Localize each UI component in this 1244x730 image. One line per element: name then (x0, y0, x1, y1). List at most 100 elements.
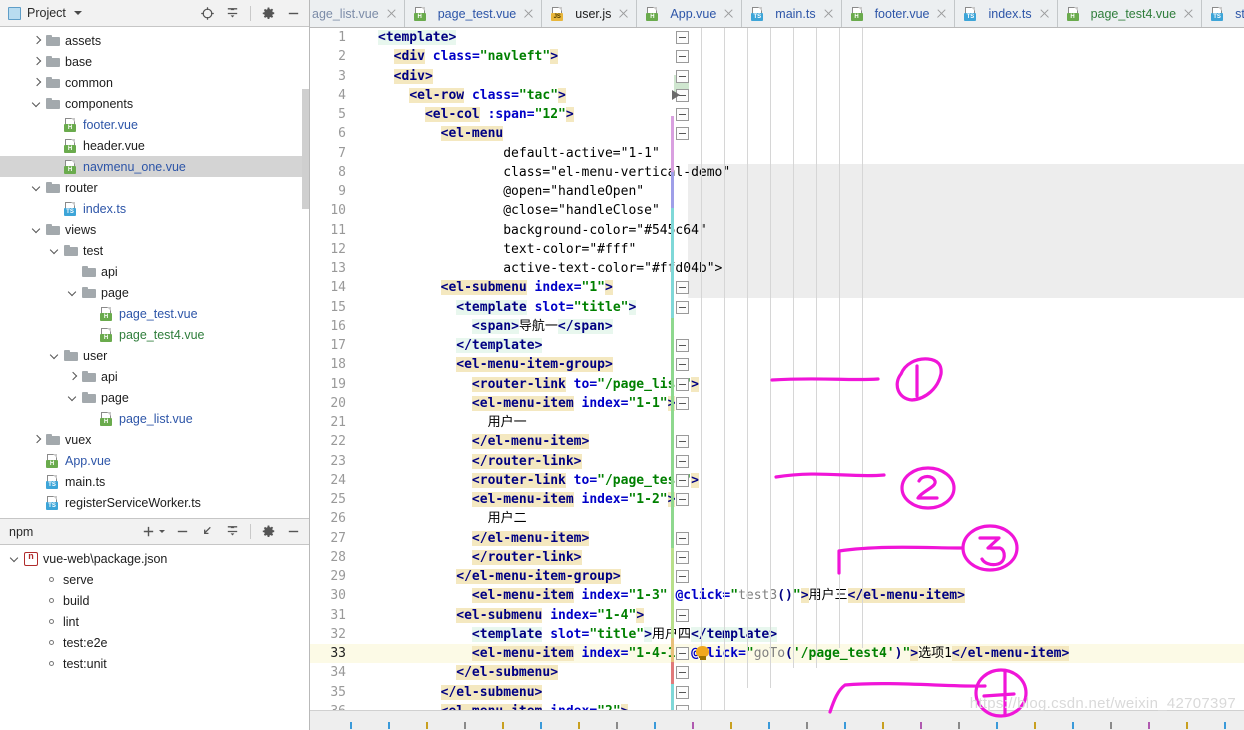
fold-handle-icon[interactable] (676, 531, 689, 545)
editor-tab[interactable]: H App.vue (637, 0, 743, 27)
code-line[interactable]: 29 </el-menu-item-group> (310, 567, 1244, 586)
tree-file-row[interactable]: Hnavmenu_one.vue (0, 156, 309, 177)
chevron-down-icon[interactable] (10, 553, 21, 564)
editor-tab[interactable]: TS store.ts (1202, 0, 1244, 27)
code-line[interactable]: 14 <el-submenu index="1"> (310, 278, 1244, 297)
code-line[interactable]: 16 <span>导航一</span> (310, 317, 1244, 336)
close-icon[interactable] (1183, 8, 1194, 19)
close-icon[interactable] (823, 8, 834, 19)
npm-script-row[interactable]: serve (0, 569, 309, 590)
npm-scripts-list[interactable]: vue-web\package.json serve build lint test:e… (0, 545, 309, 730)
fold-handle-icon[interactable] (676, 300, 689, 314)
tree-folder-row[interactable]: base (0, 51, 309, 72)
tree-folder-row[interactable]: router (0, 177, 309, 198)
locate-icon[interactable] (200, 6, 215, 21)
tree-file-row[interactable]: Hpage_list.vue (0, 408, 309, 429)
code-line[interactable]: 17 </template> (310, 336, 1244, 355)
code-line[interactable]: 3 <div> (310, 67, 1244, 86)
collapse-triangle-icon[interactable] (672, 89, 680, 100)
code-line[interactable]: 30 <el-menu-item index="1-3" @click="tes… (310, 586, 1244, 605)
chevron-down-icon[interactable] (50, 350, 61, 361)
fold-handle-icon[interactable] (676, 31, 689, 44)
code-line[interactable]: 25 <el-menu-item index="1-2"> (310, 490, 1244, 509)
close-icon[interactable] (523, 8, 534, 19)
fold-handle-icon[interactable] (676, 396, 689, 410)
tree-folder-row[interactable]: page (0, 387, 309, 408)
code-line[interactable]: 9 @open="handleOpen" (310, 182, 1244, 201)
fold-handle-icon[interactable] (676, 666, 689, 680)
fold-handle-icon[interactable] (676, 127, 689, 141)
tree-file-row[interactable]: TS main.ts (0, 471, 309, 492)
project-tree-scrollbar[interactable] (302, 89, 309, 209)
code-line[interactable]: 2 <div class="navleft"> (310, 47, 1244, 66)
minimize-icon[interactable] (286, 6, 301, 21)
code-line[interactable]: 28 </router-link> (310, 548, 1244, 567)
collapse-all-icon[interactable] (225, 6, 240, 21)
code-lines[interactable]: 1 <template> 2 <div class="navleft"> 3 <div… (310, 28, 1244, 730)
code-line[interactable]: 21 用户一 (310, 413, 1244, 432)
code-line[interactable]: 34 </el-submenu> (310, 663, 1244, 682)
chevron-right-icon[interactable] (32, 35, 43, 46)
code-line[interactable]: 13 active-text-color="#ffd04b"> (310, 259, 1244, 278)
tree-folder-row[interactable]: common (0, 72, 309, 93)
editor-tab[interactable]: Hpage_test.vue (404, 0, 543, 27)
tree-folder-row[interactable]: vuex (0, 429, 309, 450)
chevron-right-icon[interactable] (68, 371, 79, 382)
code-line[interactable]: 27 </el-menu-item> (310, 529, 1244, 548)
code-line[interactable]: 18 <el-menu-item-group> (310, 355, 1244, 374)
code-editor[interactable]: 1 <template> 2 <div class="navleft"> 3 <div… (310, 28, 1244, 730)
close-icon[interactable] (1039, 8, 1050, 19)
code-line[interactable]: 8 class="el-menu-vertical-demo" (310, 163, 1244, 182)
add-dropdown-caret-icon[interactable] (159, 530, 165, 533)
code-line[interactable]: 20 <el-menu-item index="1-1"> (310, 394, 1244, 413)
fold-handle-icon[interactable] (676, 685, 689, 699)
tree-folder-row[interactable]: assets (0, 30, 309, 51)
chevron-down-icon[interactable] (68, 287, 79, 298)
npm-root-row[interactable]: vue-web\package.json (0, 548, 309, 569)
code-line[interactable]: 22 </el-menu-item> (310, 432, 1244, 451)
code-line[interactable]: 1 <template> (310, 28, 1244, 47)
settings-gear-icon[interactable] (261, 6, 276, 21)
remove-icon[interactable] (175, 524, 190, 539)
fold-handle-icon[interactable] (676, 647, 689, 660)
tree-file-row[interactable]: TS index.ts (0, 198, 309, 219)
fold-handle-icon[interactable] (676, 50, 689, 64)
tree-file-row[interactable]: Hpage_test.vue (0, 303, 309, 324)
fold-handle-icon[interactable] (676, 377, 689, 391)
chevron-down-icon[interactable] (73, 11, 82, 15)
chevron-right-icon[interactable] (32, 56, 43, 67)
settings-gear-icon[interactable] (261, 524, 276, 539)
fold-handle-icon[interactable] (676, 435, 689, 449)
code-line[interactable]: 10 @close="handleClose" (310, 201, 1244, 220)
npm-script-row[interactable]: build (0, 590, 309, 611)
close-icon[interactable] (723, 8, 734, 19)
code-line[interactable]: 15 <template slot="title"> (310, 298, 1244, 317)
code-line[interactable]: 11 background-color="#545c64" (310, 221, 1244, 240)
tree-folder-row[interactable]: page (0, 282, 309, 303)
add-icon[interactable] (141, 524, 156, 539)
tree-file-row[interactable]: Hheader.vue (0, 135, 309, 156)
close-icon[interactable] (386, 8, 397, 19)
tree-folder-row[interactable]: api (0, 261, 309, 282)
code-line[interactable]: 12 text-color="#fff" (310, 240, 1244, 259)
minimize-icon[interactable] (286, 524, 301, 539)
fold-handle-icon[interactable] (676, 454, 689, 468)
chevron-down-icon[interactable] (32, 182, 43, 193)
fold-handle-icon[interactable] (676, 69, 689, 83)
chevron-down-icon[interactable] (68, 392, 79, 403)
tree-file-row[interactable]: Hpage_test4.vue (0, 324, 309, 345)
chevron-right-icon[interactable] (32, 77, 43, 88)
code-line[interactable]: 19 <router-link to="/page_list"> (310, 375, 1244, 394)
fold-handle-icon[interactable] (676, 550, 689, 564)
fold-handle-icon[interactable] (676, 339, 689, 352)
editor-tab[interactable]: JS user.js (542, 0, 638, 27)
editor-tab[interactable]: TS index.ts (955, 0, 1058, 27)
chevron-down-icon[interactable] (50, 245, 61, 256)
npm-script-row[interactable]: test:e2e (0, 632, 309, 653)
code-line[interactable]: 31 <el-submenu index="1-4"> (310, 606, 1244, 625)
fold-handle-icon[interactable] (676, 358, 689, 372)
fold-handle-icon[interactable] (676, 473, 689, 487)
close-icon[interactable] (618, 8, 629, 19)
code-line[interactable]: 5 <el-col :span="12"> (310, 105, 1244, 124)
intention-bulb-icon[interactable] (696, 646, 709, 661)
